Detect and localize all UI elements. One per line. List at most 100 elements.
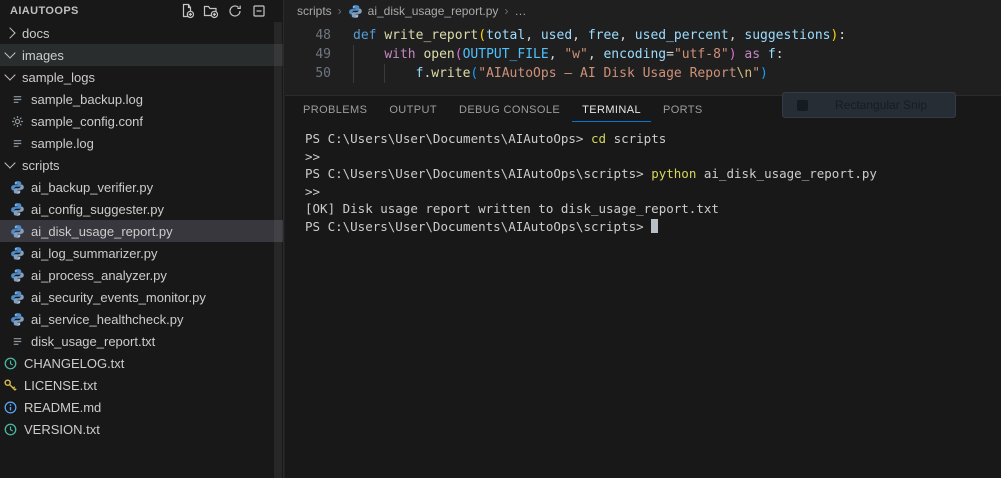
breadcrumb-segment[interactable]: … [514,4,526,18]
python-icon [9,201,25,217]
tree-item-label: sample_backup.log [31,92,143,107]
panel-tab-terminal[interactable]: TERMINAL [572,98,651,122]
tree-file-LICENSE.txt[interactable]: LICENSE.txt [0,374,283,396]
tree-file-sample.log[interactable]: sample.log [0,132,283,154]
tree-folder-images[interactable]: images [0,44,283,66]
tree-file-CHANGELOG.txt[interactable]: CHANGELOG.txt [0,352,283,374]
python-icon [348,4,363,19]
panel-tab-output[interactable]: OUTPUT [379,98,447,122]
code-line-text: f.write("AIAutoOps — AI Disk Usage Repor… [353,64,768,83]
code-token: , [729,28,745,43]
tree-file-ai_config_suggester.py[interactable]: ai_config_suggester.py [0,198,283,220]
code-token: encoding [603,47,666,62]
tree-item-label: ai_disk_usage_report.py [31,224,173,239]
new-folder-icon[interactable] [202,3,219,20]
tree-folder-sample_logs[interactable]: sample_logs [0,66,283,88]
terminal-line: [OK] Disk usage report written to disk_u… [305,200,1001,218]
breadcrumb: scripts › ai_disk_usage_report.py › … [285,0,1001,22]
terminal-text: scripts [606,131,666,146]
tree-item-label: ai_service_healthcheck.py [31,312,183,327]
code-token: ( [455,47,463,62]
code-token [353,47,384,62]
line-number: 49 [285,45,331,64]
tree-folder-scripts[interactable]: scripts [0,154,283,176]
explorer-project-title: AIAUTOOPS [10,5,79,17]
tree-file-ai_process_analyzer.py[interactable]: ai_process_analyzer.py [0,264,283,286]
new-file-icon[interactable] [178,3,195,20]
tree-item-label: README.md [24,400,101,415]
terminal-output[interactable]: PS C:\Users\User\Documents\AIAutoOps> cd… [285,123,1001,235]
code-token: , [572,28,588,43]
terminal-text: ai_disk_usage_report.py [696,166,877,181]
code-token: , [525,28,541,43]
snip-mode-label: Rectangular Snip [835,98,927,112]
tree-item-label: sample_logs [22,70,95,85]
tree-item-label: ai_security_events_monitor.py [31,290,206,305]
python-icon [9,267,25,283]
breadcrumb-segment[interactable]: scripts [297,4,332,18]
code-token: = [666,47,674,62]
tree-file-ai_service_healthcheck.py[interactable]: ai_service_healthcheck.py [0,308,283,330]
panel-tab-ports[interactable]: PORTS [653,98,713,122]
code-line[interactable]: 48def write_report(total, used, free, us… [285,26,1001,45]
log-file-icon [9,91,25,107]
code-token: , [549,47,565,62]
breadcrumb-segment[interactable]: ai_disk_usage_report.py [368,4,499,18]
refresh-explorer-icon[interactable] [226,3,243,20]
code-token: def [353,28,384,43]
code-token: write_report [384,28,478,43]
tree-file-ai_security_events_monitor.py[interactable]: ai_security_events_monitor.py [0,286,283,308]
code-editor[interactable]: 4748def write_report(total, used, free, … [285,22,1001,94]
collapse-folders-icon[interactable] [250,3,267,20]
code-token: total [486,28,525,43]
terminal-line: >> [305,148,1001,166]
license-icon [2,377,18,393]
gear-icon [9,113,25,129]
code-token: used [541,28,572,43]
tree-folder-docs[interactable]: docs [0,22,283,44]
tree-item-label: docs [22,26,49,41]
bottom-panel: PROBLEMSOUTPUTDEBUG CONSOLETERMINALPORTS… [285,95,1001,478]
explorer-sidebar: AIAUTOOPS docs images sample_logs sample_ba… [0,0,284,478]
chevron-right-icon [4,27,15,38]
rectangular-snip-overlay[interactable]: Rectangular Snip [782,92,956,118]
sidebar-scrollbar[interactable] [274,22,282,478]
tree-file-ai_log_summarizer.py[interactable]: ai_log_summarizer.py [0,242,283,264]
code-line-text: def write_report(total, used, free, used… [353,26,846,45]
tree-item-label: sample_config.conf [31,114,143,129]
tree-file-README.md[interactable]: README.md [0,396,283,418]
panel-tab-problems[interactable]: PROBLEMS [293,98,377,122]
code-token: with [384,47,423,62]
breadcrumb-separator-icon: › [338,4,342,18]
code-line[interactable]: 50 f.write("AIAutoOps — AI Disk Usage Re… [285,64,1001,83]
code-token: , [588,47,604,62]
tree-file-sample_config.conf[interactable]: sample_config.conf [0,110,283,132]
python-icon [9,245,25,261]
editor-and-panel: scripts › ai_disk_usage_report.py › … 4748de… [285,0,1001,478]
panel-tab-debug-console[interactable]: DEBUG CONSOLE [449,98,570,122]
code-token: : [776,47,784,62]
tree-file-ai_disk_usage_report.py[interactable]: ai_disk_usage_report.py [0,220,283,242]
terminal-text: >> [305,149,320,164]
code-token: f [768,47,776,62]
log-file-icon [9,135,25,151]
code-token: ( [478,28,486,43]
code-token: , [619,28,635,43]
terminal-line: >> [305,183,1001,201]
python-icon [9,223,25,239]
code-token: free [588,28,619,43]
code-token: open [423,47,454,62]
python-icon [9,311,25,327]
code-token: used_percent [635,28,729,43]
tree-file-disk_usage_report.txt[interactable]: disk_usage_report.txt [0,330,283,352]
tree-file-VERSION.txt[interactable]: VERSION.txt [0,418,283,440]
tree-file-ai_backup_verifier.py[interactable]: ai_backup_verifier.py [0,176,283,198]
log-file-icon [9,333,25,349]
code-line[interactable]: 49 with open(OUTPUT_FILE, "w", encoding=… [285,45,1001,64]
tree-item-label: CHANGELOG.txt [24,356,124,371]
tree-file-sample_backup.log[interactable]: sample_backup.log [0,88,283,110]
tree-item-label: disk_usage_report.txt [31,334,155,349]
code-token: "utf-8" [674,47,729,62]
breadcrumb-separator-icon: › [504,4,508,18]
code-token: "AIAutoOps — AI Disk Usage Report [478,66,736,81]
